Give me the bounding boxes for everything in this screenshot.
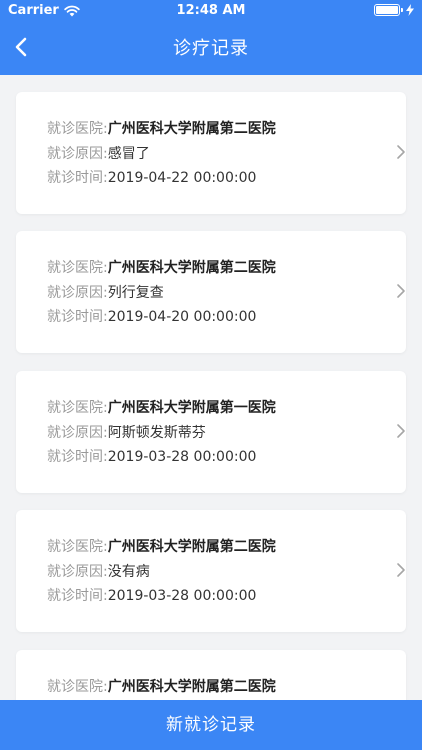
app-header: Carrier 12:48 AM 诊疗记录 xyxy=(0,0,422,75)
time-value: 2019-03-28 00:00:00 xyxy=(107,449,257,465)
time-label: 就诊时间: xyxy=(47,588,108,604)
hospital-row: 就诊医院:广州医科大学附属第二医院 xyxy=(47,258,276,278)
hospital-row: 就诊医院:广州医科大学附属第二医院 xyxy=(47,119,276,139)
hospital-label: 就诊医院: xyxy=(47,121,108,137)
hospital-value: 广州医科大学附属第二医院 xyxy=(107,679,276,695)
hospital-row: 就诊医院:广州医科大学附属第一医院 xyxy=(47,398,276,418)
chevron-right-icon xyxy=(397,145,405,159)
time-row: 就诊时间:2019-04-20 00:00:00 xyxy=(47,307,256,327)
reason-label: 就诊原因: xyxy=(47,564,108,580)
reason-value: 感冒了 xyxy=(107,146,150,162)
time-row: 就诊时间:2019-04-22 00:00:00 xyxy=(47,168,256,188)
reason-label: 就诊原因: xyxy=(47,146,108,162)
hospital-value: 广州医科大学附属第二医院 xyxy=(107,121,276,137)
reason-value: 阿斯顿发斯蒂芬 xyxy=(107,425,206,441)
record-list[interactable]: 就诊医院:广州医科大学附属第二医院 就诊原因:感冒了 就诊时间:2019-04-… xyxy=(0,75,422,700)
record-card[interactable]: 就诊医院:广州医科大学附属第二医院 就诊原因:没有病 就诊时间:2019-03-… xyxy=(16,510,406,632)
charging-bolt-icon xyxy=(406,4,414,16)
hospital-label: 就诊医院: xyxy=(47,400,108,416)
reason-label: 就诊原因: xyxy=(47,285,108,301)
time-value: 2019-04-20 00:00:00 xyxy=(107,309,257,325)
reason-row: 就诊原因:列行复查 xyxy=(47,283,164,303)
nav-bar: 诊疗记录 xyxy=(0,22,422,72)
hospital-value: 广州医科大学附属第二医院 xyxy=(107,539,276,555)
hospital-label: 就诊医院: xyxy=(47,260,108,276)
clock: 12:48 AM xyxy=(176,3,246,18)
battery-icon xyxy=(374,4,403,16)
status-bar: Carrier 12:48 AM xyxy=(0,0,422,22)
hospital-value: 广州医科大学附属第二医院 xyxy=(107,260,276,276)
time-value: 2019-03-28 00:00:00 xyxy=(107,588,257,604)
record-card[interactable]: 就诊医院:广州医科大学附属第二医院 就诊原因:感冒了 就诊时间:2019-04-… xyxy=(16,92,406,214)
reason-value: 列行复查 xyxy=(107,285,164,301)
record-card[interactable]: 就诊医院:广州医科大学附属第一医院 就诊原因:阿斯顿发斯蒂芬 就诊时间:2019… xyxy=(16,371,406,493)
reason-value: 没有病 xyxy=(107,564,150,580)
time-row: 就诊时间:2019-03-28 00:00:00 xyxy=(47,586,256,606)
time-value: 2019-04-22 00:00:00 xyxy=(107,170,257,186)
hospital-value: 广州医科大学附属第一医院 xyxy=(107,400,276,416)
chevron-right-icon xyxy=(397,563,405,577)
hospital-label: 就诊医院: xyxy=(47,539,108,555)
hospital-row: 就诊医院:广州医科大学附属第二医院 xyxy=(47,537,276,557)
time-row: 就诊时间:2019-03-28 00:00:00 xyxy=(47,447,256,467)
chevron-right-icon xyxy=(397,424,405,438)
reason-row: 就诊原因:没有病 xyxy=(47,562,150,582)
reason-label: 就诊原因: xyxy=(47,425,108,441)
new-record-button[interactable]: 新就诊记录 xyxy=(0,700,422,750)
hospital-row: 就诊医院:广州医科大学附属第二医院 xyxy=(47,677,276,697)
hospital-label: 就诊医院: xyxy=(47,679,108,695)
time-label: 就诊时间: xyxy=(47,449,108,465)
page-title: 诊疗记录 xyxy=(173,38,249,59)
battery-indicator xyxy=(374,4,414,16)
chevron-right-icon xyxy=(397,284,405,298)
time-label: 就诊时间: xyxy=(47,170,108,186)
time-label: 就诊时间: xyxy=(47,309,108,325)
record-card[interactable]: 就诊医院:广州医科大学附属第二医院 就诊原因:列行复查 就诊时间:2019-04… xyxy=(16,231,406,353)
record-card[interactable]: 就诊医院:广州医科大学附属第二医院 xyxy=(16,650,406,700)
reason-row: 就诊原因:感冒了 xyxy=(47,144,150,164)
reason-row: 就诊原因:阿斯顿发斯蒂芬 xyxy=(47,423,206,443)
